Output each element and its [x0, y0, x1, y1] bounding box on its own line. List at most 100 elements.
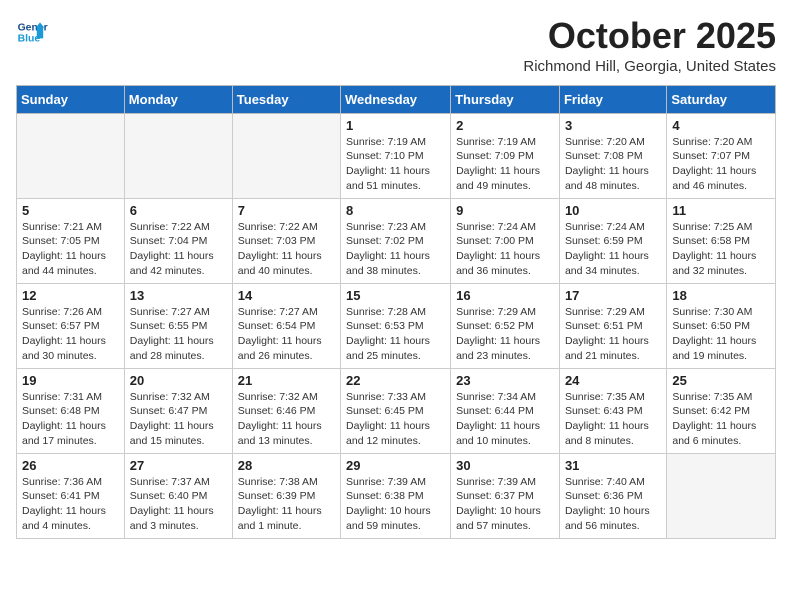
calendar-cell: 18 Sunrise: 7:30 AM Sunset: 6:50 PM Dayli… — [667, 283, 776, 368]
day-info: Sunrise: 7:25 AM Sunset: 6:58 PM Dayligh… — [672, 220, 770, 279]
calendar-cell: 14 Sunrise: 7:27 AM Sunset: 6:54 PM Dayli… — [232, 283, 340, 368]
day-info: Sunrise: 7:19 AM Sunset: 7:09 PM Dayligh… — [456, 135, 554, 194]
day-info: Sunrise: 7:30 AM Sunset: 6:50 PM Dayligh… — [672, 305, 770, 364]
day-number: 18 — [672, 288, 770, 303]
calendar-cell: 21 Sunrise: 7:32 AM Sunset: 6:46 PM Dayli… — [232, 368, 340, 453]
calendar: SundayMondayTuesdayWednesdayThursdayFrid… — [16, 85, 776, 539]
calendar-cell — [232, 113, 340, 198]
day-info: Sunrise: 7:37 AM Sunset: 6:40 PM Dayligh… — [130, 475, 227, 534]
day-of-week-header: Monday — [124, 85, 232, 113]
calendar-cell — [124, 113, 232, 198]
logo: General Blue — [16, 16, 48, 48]
calendar-cell: 26 Sunrise: 7:36 AM Sunset: 6:41 PM Dayli… — [17, 453, 125, 538]
title-block: October 2025 Richmond Hill, Georgia, Uni… — [523, 16, 776, 75]
calendar-cell: 1Sunrise: 7:19 AM Sunset: 7:10 PM Daylig… — [341, 113, 451, 198]
day-number: 6 — [130, 203, 227, 218]
day-number: 9 — [456, 203, 554, 218]
day-info: Sunrise: 7:19 AM Sunset: 7:10 PM Dayligh… — [346, 135, 445, 194]
day-number: 26 — [22, 458, 119, 473]
page: General Blue October 2025 Richmond Hill,… — [0, 0, 792, 555]
day-number: 21 — [238, 373, 335, 388]
day-of-week-header: Saturday — [667, 85, 776, 113]
calendar-cell: 11 Sunrise: 7:25 AM Sunset: 6:58 PM Dayli… — [667, 198, 776, 283]
header: General Blue October 2025 Richmond Hill,… — [16, 16, 776, 75]
calendar-cell: 7 Sunrise: 7:22 AM Sunset: 7:03 PM Daylig… — [232, 198, 340, 283]
week-row: 19 Sunrise: 7:31 AM Sunset: 6:48 PM Dayli… — [17, 368, 776, 453]
day-of-week-header: Tuesday — [232, 85, 340, 113]
day-info: Sunrise: 7:20 AM Sunset: 7:07 PM Dayligh… — [672, 135, 770, 194]
day-number: 4 — [672, 118, 770, 133]
calendar-cell: 17Sunrise: 7:29 AM Sunset: 6:51 PM Dayli… — [559, 283, 666, 368]
week-row: 5 Sunrise: 7:21 AM Sunset: 7:05 PM Daylig… — [17, 198, 776, 283]
calendar-cell — [17, 113, 125, 198]
calendar-cell: 15Sunrise: 7:28 AM Sunset: 6:53 PM Dayli… — [341, 283, 451, 368]
day-info: Sunrise: 7:24 AM Sunset: 7:00 PM Dayligh… — [456, 220, 554, 279]
day-number: 28 — [238, 458, 335, 473]
calendar-cell: 16 Sunrise: 7:29 AM Sunset: 6:52 PM Dayli… — [451, 283, 560, 368]
day-info: Sunrise: 7:29 AM Sunset: 6:52 PM Dayligh… — [456, 305, 554, 364]
day-number: 10 — [565, 203, 661, 218]
day-number: 14 — [238, 288, 335, 303]
calendar-cell: 27 Sunrise: 7:37 AM Sunset: 6:40 PM Dayli… — [124, 453, 232, 538]
day-number: 19 — [22, 373, 119, 388]
calendar-cell: 6 Sunrise: 7:22 AM Sunset: 7:04 PM Daylig… — [124, 198, 232, 283]
day-info: Sunrise: 7:34 AM Sunset: 6:44 PM Dayligh… — [456, 390, 554, 449]
day-number: 16 — [456, 288, 554, 303]
calendar-cell: 30 Sunrise: 7:39 AM Sunset: 6:37 PM Dayli… — [451, 453, 560, 538]
day-number: 7 — [238, 203, 335, 218]
day-of-week-header: Wednesday — [341, 85, 451, 113]
week-row: 1Sunrise: 7:19 AM Sunset: 7:10 PM Daylig… — [17, 113, 776, 198]
day-number: 29 — [346, 458, 445, 473]
month-title: October 2025 — [523, 16, 776, 56]
day-number: 11 — [672, 203, 770, 218]
day-info: Sunrise: 7:33 AM Sunset: 6:45 PM Dayligh… — [346, 390, 445, 449]
day-number: 2 — [456, 118, 554, 133]
calendar-cell: 25Sunrise: 7:35 AM Sunset: 6:42 PM Dayli… — [667, 368, 776, 453]
calendar-cell: 22 Sunrise: 7:33 AM Sunset: 6:45 PM Dayli… — [341, 368, 451, 453]
day-header-row: SundayMondayTuesdayWednesdayThursdayFrid… — [17, 85, 776, 113]
day-number: 3 — [565, 118, 661, 133]
day-info: Sunrise: 7:35 AM Sunset: 6:43 PM Dayligh… — [565, 390, 661, 449]
day-info: Sunrise: 7:27 AM Sunset: 6:54 PM Dayligh… — [238, 305, 335, 364]
calendar-cell: 8Sunrise: 7:23 AM Sunset: 7:02 PM Daylig… — [341, 198, 451, 283]
day-info: Sunrise: 7:26 AM Sunset: 6:57 PM Dayligh… — [22, 305, 119, 364]
calendar-cell: 13 Sunrise: 7:27 AM Sunset: 6:55 PM Dayli… — [124, 283, 232, 368]
day-info: Sunrise: 7:31 AM Sunset: 6:48 PM Dayligh… — [22, 390, 119, 449]
day-number: 23 — [456, 373, 554, 388]
calendar-cell: 2 Sunrise: 7:19 AM Sunset: 7:09 PM Daylig… — [451, 113, 560, 198]
day-number: 13 — [130, 288, 227, 303]
calendar-cell: 4 Sunrise: 7:20 AM Sunset: 7:07 PM Daylig… — [667, 113, 776, 198]
logo-icon: General Blue — [16, 16, 48, 48]
calendar-cell: 12Sunrise: 7:26 AM Sunset: 6:57 PM Dayli… — [17, 283, 125, 368]
day-number: 20 — [130, 373, 227, 388]
calendar-cell: 5 Sunrise: 7:21 AM Sunset: 7:05 PM Daylig… — [17, 198, 125, 283]
day-info: Sunrise: 7:22 AM Sunset: 7:04 PM Dayligh… — [130, 220, 227, 279]
calendar-cell: 31 Sunrise: 7:40 AM Sunset: 6:36 PM Dayli… — [559, 453, 666, 538]
calendar-cell: 29Sunrise: 7:39 AM Sunset: 6:38 PM Dayli… — [341, 453, 451, 538]
calendar-cell — [667, 453, 776, 538]
day-number: 24 — [565, 373, 661, 388]
day-info: Sunrise: 7:40 AM Sunset: 6:36 PM Dayligh… — [565, 475, 661, 534]
day-info: Sunrise: 7:38 AM Sunset: 6:39 PM Dayligh… — [238, 475, 335, 534]
day-info: Sunrise: 7:22 AM Sunset: 7:03 PM Dayligh… — [238, 220, 335, 279]
day-info: Sunrise: 7:20 AM Sunset: 7:08 PM Dayligh… — [565, 135, 661, 194]
week-row: 12Sunrise: 7:26 AM Sunset: 6:57 PM Dayli… — [17, 283, 776, 368]
calendar-cell: 24 Sunrise: 7:35 AM Sunset: 6:43 PM Dayli… — [559, 368, 666, 453]
day-number: 30 — [456, 458, 554, 473]
day-info: Sunrise: 7:27 AM Sunset: 6:55 PM Dayligh… — [130, 305, 227, 364]
day-number: 8 — [346, 203, 445, 218]
day-info: Sunrise: 7:32 AM Sunset: 6:46 PM Dayligh… — [238, 390, 335, 449]
calendar-cell: 19 Sunrise: 7:31 AM Sunset: 6:48 PM Dayli… — [17, 368, 125, 453]
calendar-cell: 3 Sunrise: 7:20 AM Sunset: 7:08 PM Daylig… — [559, 113, 666, 198]
day-info: Sunrise: 7:39 AM Sunset: 6:37 PM Dayligh… — [456, 475, 554, 534]
calendar-cell: 23 Sunrise: 7:34 AM Sunset: 6:44 PM Dayli… — [451, 368, 560, 453]
day-number: 31 — [565, 458, 661, 473]
day-info: Sunrise: 7:21 AM Sunset: 7:05 PM Dayligh… — [22, 220, 119, 279]
day-number: 5 — [22, 203, 119, 218]
day-number: 27 — [130, 458, 227, 473]
day-of-week-header: Thursday — [451, 85, 560, 113]
day-info: Sunrise: 7:36 AM Sunset: 6:41 PM Dayligh… — [22, 475, 119, 534]
day-info: Sunrise: 7:24 AM Sunset: 6:59 PM Dayligh… — [565, 220, 661, 279]
day-of-week-header: Friday — [559, 85, 666, 113]
day-number: 22 — [346, 373, 445, 388]
